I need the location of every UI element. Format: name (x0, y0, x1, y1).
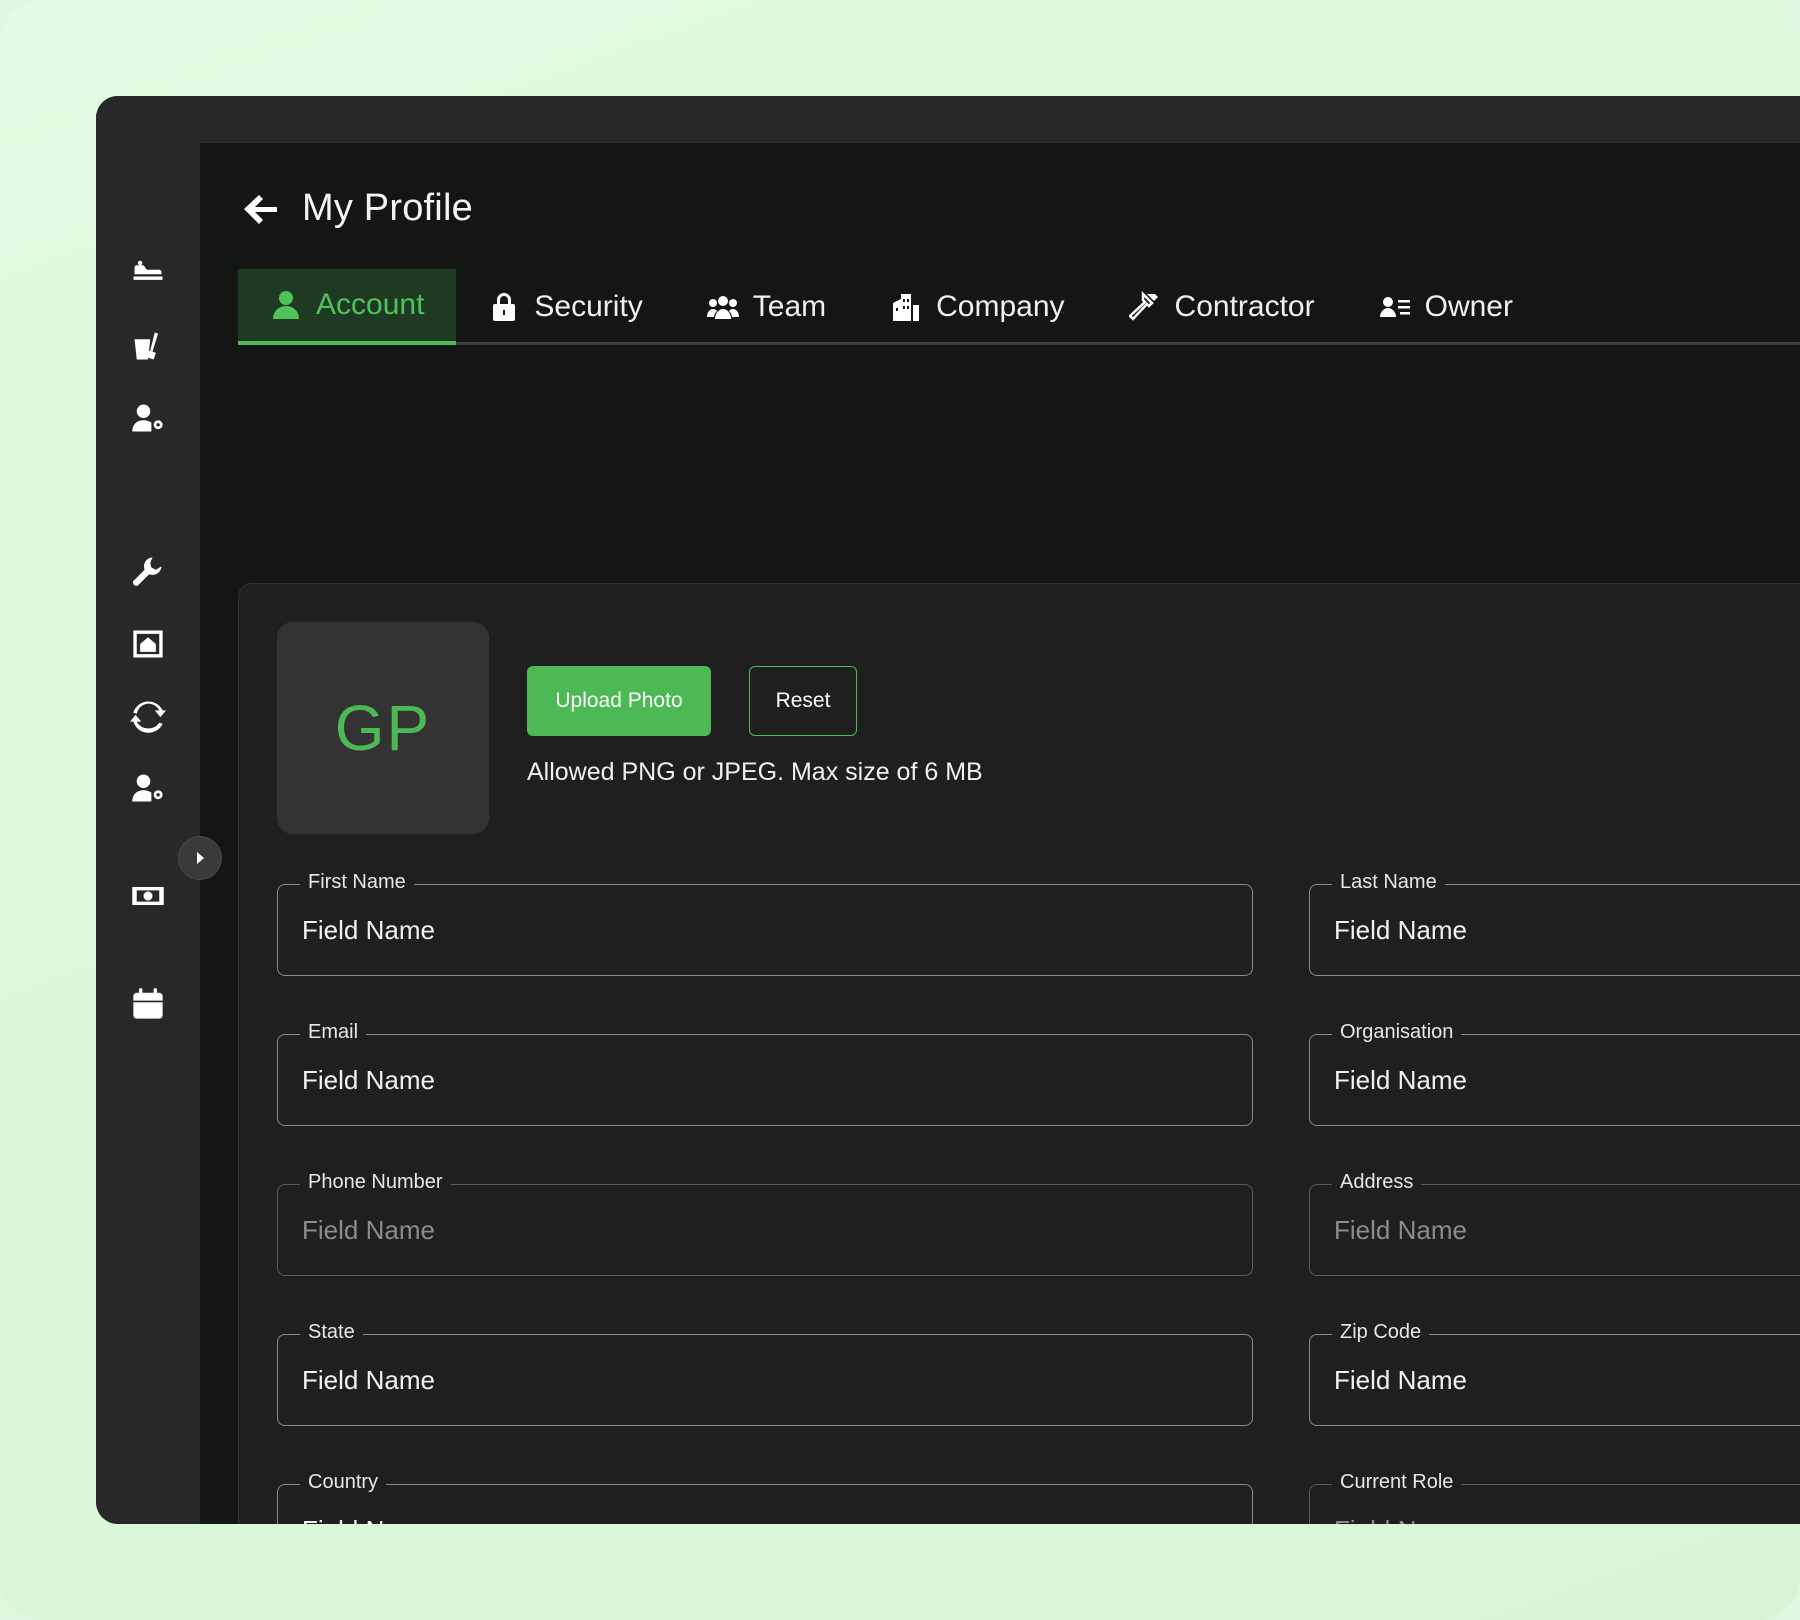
user-gear-icon (132, 774, 163, 802)
address-field: Address (1309, 1171, 1800, 1276)
tab-account[interactable]: Account (238, 269, 457, 345)
field-label: Organisation (1332, 1021, 1462, 1044)
page-title: My Profile (302, 187, 473, 229)
last-name-field: Last Name (1309, 871, 1800, 976)
page-header: My Profile (240, 187, 473, 230)
cleaning-bucket-icon (134, 332, 159, 360)
sidebar-item-maintenance[interactable] (128, 552, 168, 592)
sync-icon (130, 701, 166, 733)
state-input[interactable] (278, 1335, 1252, 1425)
arrow-left-icon (244, 194, 277, 224)
field-label: Country (300, 1471, 387, 1494)
sidebar-item-sync[interactable] (128, 696, 168, 736)
tab-label: Company (936, 290, 1065, 323)
field-label: Phone Number (300, 1171, 451, 1194)
sidebar-expand-button[interactable] (178, 836, 222, 880)
tab-label: Team (752, 290, 827, 323)
upload-photo-button[interactable]: Upload Photo (527, 666, 711, 736)
back-button[interactable] (240, 188, 282, 230)
country-field: Country (277, 1471, 1253, 1524)
current-role-field: Current Role (1309, 1471, 1800, 1524)
field-label: Email (300, 1021, 367, 1044)
field-label: Last Name (1332, 871, 1445, 894)
tab-contractor[interactable]: Contractor (1097, 269, 1347, 345)
first-name-input[interactable] (278, 885, 1252, 975)
field-label: Zip Code (1332, 1321, 1430, 1344)
reset-button[interactable]: Reset (749, 666, 857, 736)
app-window: My Profile Account Security Team Company (96, 96, 1800, 1524)
main-content: My Profile Account Security Team Company (200, 142, 1800, 1524)
field-label: Address (1332, 1171, 1422, 1194)
tab-team[interactable]: Team (675, 269, 858, 345)
sidebar-item-user-settings[interactable] (128, 398, 168, 438)
hammer-icon (1128, 291, 1158, 321)
email-input[interactable] (278, 1035, 1252, 1125)
wrench-icon (133, 557, 162, 586)
money-icon (132, 887, 164, 905)
tab-security[interactable]: Security (456, 269, 674, 345)
field-label: Current Role (1332, 1471, 1462, 1494)
calendar-icon (133, 988, 163, 1019)
building-icon (893, 294, 920, 321)
sidebar-item-calendar[interactable] (128, 984, 168, 1024)
upload-hint: Allowed PNG or JPEG. Max size of 6 MB (527, 758, 983, 786)
phone-number-input[interactable] (278, 1185, 1252, 1275)
user-icon (273, 291, 299, 319)
email-field: Email (277, 1021, 1253, 1126)
organisation-field: Organisation (1309, 1021, 1800, 1126)
tab-label: Security (534, 290, 643, 323)
state-field: State (277, 1321, 1253, 1426)
field-label: State (300, 1321, 363, 1344)
tab-label: Owner (1424, 290, 1513, 323)
sidebar-item-payments[interactable] (128, 876, 168, 916)
lock-icon (493, 293, 516, 321)
avatar[interactable]: GP (277, 622, 489, 834)
sidebar (96, 96, 200, 1524)
address-input[interactable] (1310, 1185, 1800, 1275)
sidebar-item-services[interactable] (128, 252, 168, 292)
user-gear-icon (132, 404, 163, 432)
sidebar-item-users[interactable] (128, 768, 168, 808)
chevron-right-icon (197, 852, 204, 864)
sidebar-item-property[interactable] (128, 624, 168, 664)
house-frame-icon (133, 630, 163, 658)
profile-tabs: Account Security Team Company Contractor… (238, 269, 1800, 345)
team-icon (706, 296, 739, 319)
tab-label: Account (316, 288, 425, 321)
organisation-input[interactable] (1310, 1035, 1800, 1125)
owner-list-icon (1379, 297, 1410, 317)
account-card: GP Upload Photo Reset Allowed PNG or JPE… (238, 583, 1800, 1524)
tab-owner[interactable]: Owner (1347, 269, 1545, 345)
tab-company[interactable]: Company (858, 269, 1096, 345)
last-name-input[interactable] (1310, 885, 1800, 975)
sidebar-item-cleaning[interactable] (128, 326, 168, 366)
avatar-initials: GP (334, 692, 432, 764)
country-input[interactable] (278, 1485, 1252, 1524)
first-name-field: First Name (277, 871, 1253, 976)
zip-code-field: Zip Code (1309, 1321, 1800, 1426)
serving-tray-icon (133, 260, 163, 280)
phone-number-field: Phone Number (277, 1171, 1253, 1276)
tab-label: Contractor (1174, 290, 1315, 323)
zip-code-input[interactable] (1310, 1335, 1800, 1425)
field-label: First Name (300, 871, 414, 894)
